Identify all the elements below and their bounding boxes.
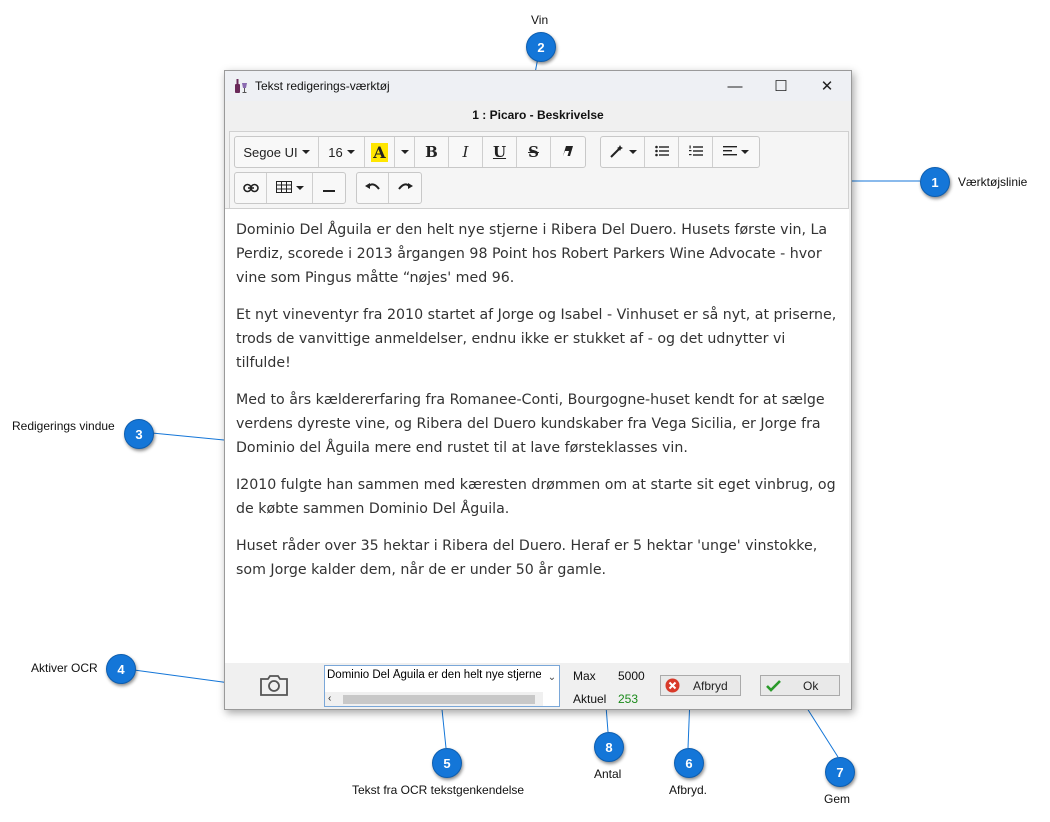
align-left-icon bbox=[723, 145, 737, 160]
text-editor-window: Tekst redigerings-værktøj — ☐ ✕ 1 : Pica… bbox=[224, 70, 852, 710]
chevron-down-icon bbox=[628, 150, 637, 154]
callout-badge-5: 5 bbox=[432, 748, 462, 778]
editor-paragraph: Et nyt vineventyr fra 2010 startet af Jo… bbox=[236, 307, 837, 371]
ocr-text-box[interactable]: Dominio Del Åguila er den helt nye stjer… bbox=[324, 665, 560, 707]
ocr-text: Dominio Del Åguila er den helt nye stjer… bbox=[327, 669, 541, 681]
history-group bbox=[356, 172, 422, 204]
bottom-bar: Dominio Del Åguila er den helt nye stjer… bbox=[225, 663, 851, 709]
callout-label-toolbar: Værktøjslinie bbox=[958, 175, 1028, 189]
current-value: 253 bbox=[618, 692, 639, 706]
clear-format-button[interactable] bbox=[551, 137, 585, 167]
editing-window[interactable]: Dominio Del Åguila er den helt nye stjer… bbox=[225, 208, 849, 664]
cancel-icon bbox=[665, 678, 680, 696]
callout-label-save: Gem bbox=[824, 792, 851, 806]
callout-badge-4: 4 bbox=[106, 654, 136, 684]
font-family-dropdown[interactable]: Segoe UI bbox=[235, 137, 319, 167]
editor-paragraph: Dominio Del Åguila er den helt nye stjer… bbox=[236, 222, 828, 286]
callout-badge-1: 1 bbox=[920, 167, 950, 197]
eraser-icon bbox=[561, 145, 575, 160]
callout-label-count: Antal bbox=[594, 767, 622, 781]
window-title: Tekst redigerings-værktøj bbox=[255, 79, 390, 93]
callout-label-ocr: Aktiver OCR bbox=[31, 661, 98, 675]
insert-link-button[interactable] bbox=[235, 173, 267, 203]
cancel-label: Afbryd bbox=[693, 679, 728, 693]
magic-wand-icon bbox=[609, 144, 625, 161]
close-button[interactable]: ✕ bbox=[807, 74, 847, 98]
font-family-value: Segoe UI bbox=[243, 144, 298, 160]
bullet-list-button[interactable] bbox=[645, 137, 679, 167]
editor-paragraph: I2010 fulgte han sammen med kæresten drø… bbox=[236, 477, 836, 517]
insert-table-dropdown[interactable] bbox=[267, 173, 313, 203]
numbered-list-icon bbox=[688, 145, 703, 160]
scroll-down-icon[interactable]: ⌄ bbox=[545, 666, 559, 690]
wine-title: 1 : Picaro - Beskrivelse bbox=[472, 108, 604, 122]
editor-paragraph: Huset råder over 35 hektar i Ribera del … bbox=[236, 538, 818, 578]
callout-label-editor: Redigerings vindue bbox=[12, 419, 115, 433]
redo-icon bbox=[397, 181, 413, 196]
magic-style-button[interactable] bbox=[601, 137, 645, 167]
max-value: 5000 bbox=[618, 669, 645, 683]
callout-label-vin: Vin bbox=[531, 13, 549, 27]
chevron-down-icon bbox=[741, 150, 749, 154]
camera-icon[interactable] bbox=[259, 672, 289, 698]
highlight-color-dropdown[interactable] bbox=[395, 137, 415, 167]
chevron-down-icon bbox=[346, 150, 355, 154]
undo-icon bbox=[364, 181, 381, 196]
undo-button[interactable] bbox=[357, 173, 389, 203]
horizontal-rule-button[interactable] bbox=[313, 173, 345, 203]
scroll-left-icon[interactable]: ‹ bbox=[328, 692, 331, 706]
max-label: Max bbox=[573, 669, 596, 683]
redo-button[interactable] bbox=[389, 173, 421, 203]
chevron-down-icon bbox=[301, 150, 310, 154]
table-icon bbox=[275, 180, 292, 196]
callout-badge-2: 2 bbox=[526, 32, 556, 62]
check-icon bbox=[766, 679, 781, 695]
maximize-button[interactable]: ☐ bbox=[761, 74, 801, 98]
numbered-list-button[interactable] bbox=[679, 137, 713, 167]
insert-group bbox=[234, 172, 346, 204]
scrollbar-thumb[interactable] bbox=[343, 695, 535, 704]
align-dropdown[interactable] bbox=[713, 137, 759, 167]
font-format-group: Segoe UI 16 A B I U S bbox=[234, 136, 586, 168]
callout-badge-6: 6 bbox=[674, 748, 704, 778]
chevron-down-icon bbox=[295, 186, 304, 190]
wine-bottle-icon bbox=[233, 78, 249, 97]
underline-button[interactable]: U bbox=[483, 137, 517, 167]
link-icon bbox=[242, 181, 259, 196]
text-color-icon: A bbox=[371, 142, 388, 162]
horizontal-scrollbar[interactable]: ‹ bbox=[325, 692, 543, 706]
horizontal-rule-icon bbox=[323, 181, 335, 196]
ok-label: Ok bbox=[803, 679, 819, 693]
callout-badge-8: 8 bbox=[594, 732, 624, 762]
editor-paragraph: Med to års kældererfaring fra Romanee-Co… bbox=[236, 392, 825, 456]
minimize-button[interactable]: — bbox=[715, 74, 755, 98]
font-size-dropdown[interactable]: 16 bbox=[319, 137, 365, 167]
chevron-down-icon bbox=[400, 150, 409, 154]
editor-toolbar: Segoe UI 16 A B I U S bbox=[229, 131, 849, 209]
highlight-color-button[interactable]: A bbox=[365, 137, 395, 167]
callout-label-cancel: Afbryd. bbox=[669, 783, 708, 797]
bold-button[interactable]: B bbox=[415, 137, 449, 167]
current-label: Aktuel bbox=[573, 692, 607, 706]
callout-label-ocr-text: Tekst fra OCR tekstgenkendelse bbox=[352, 783, 525, 797]
cancel-button[interactable]: Afbryd bbox=[660, 675, 741, 696]
title-bar[interactable]: Tekst redigerings-værktøj — ☐ ✕ bbox=[225, 71, 851, 101]
ok-button[interactable]: Ok bbox=[760, 675, 840, 696]
strikethrough-button[interactable]: S bbox=[517, 137, 551, 167]
italic-button[interactable]: I bbox=[449, 137, 483, 167]
bullet-list-icon bbox=[654, 145, 669, 160]
callout-badge-7: 7 bbox=[825, 757, 855, 787]
font-size-value: 16 bbox=[328, 144, 343, 160]
callout-badge-3: 3 bbox=[124, 419, 154, 449]
paragraph-group bbox=[600, 136, 760, 168]
